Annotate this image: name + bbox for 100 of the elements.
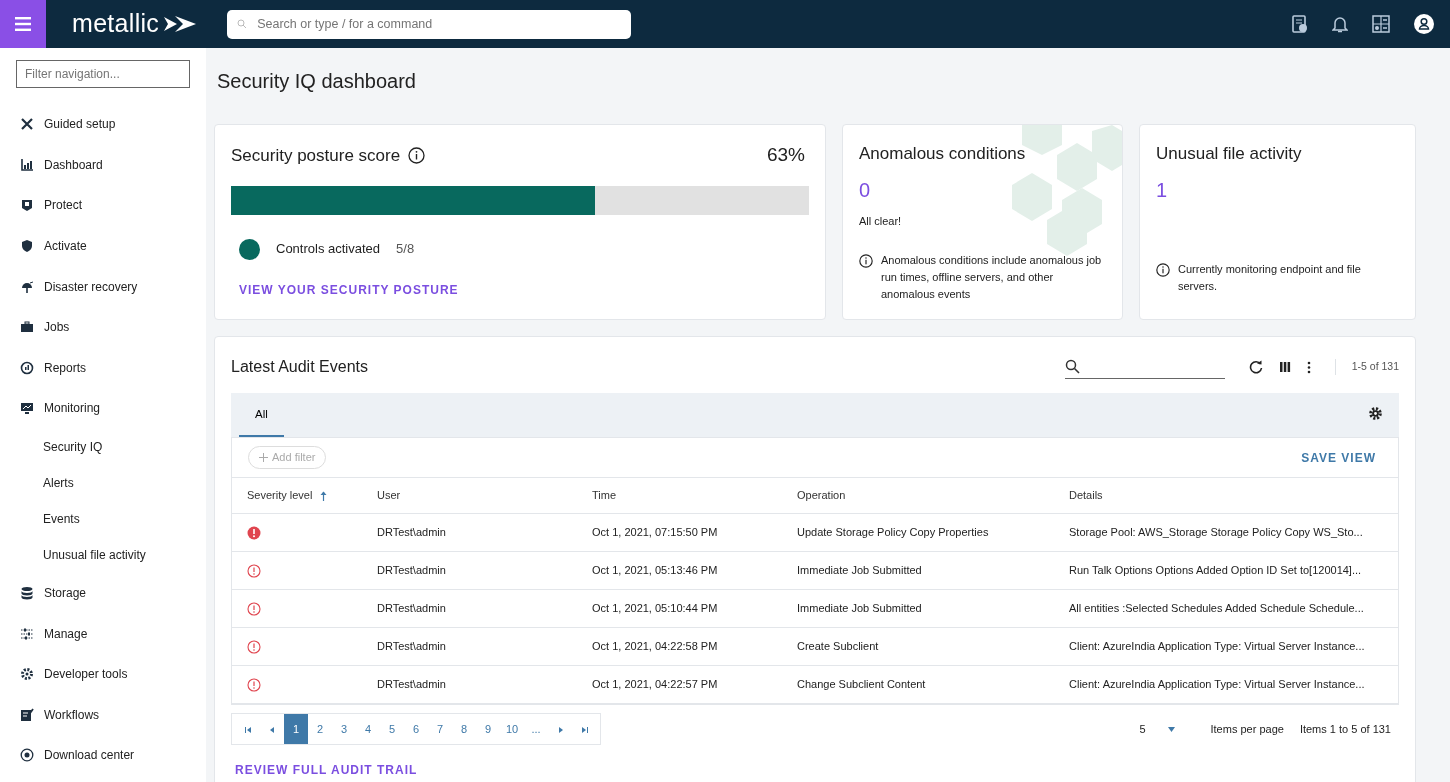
nav-item[interactable]: Protect (16, 185, 190, 226)
page-size-label: Items per page (1210, 721, 1284, 737)
nav-item[interactable]: Guided setup (16, 104, 190, 145)
notification-bell-icon[interactable] (1332, 15, 1348, 33)
table-cell: Run Talk Options Options Added Option ID Set to[120014]... (1069, 564, 1362, 577)
card-title: Anomalous conditions (859, 143, 1027, 165)
nav-subitem[interactable]: Unusual file activity (16, 536, 190, 573)
table-cell: DRTest\admin (377, 602, 446, 615)
search-icon (237, 19, 248, 29)
column-header[interactable]: Details (1069, 487, 1103, 504)
table-cell: DRTest\admin (377, 678, 446, 691)
nav-item[interactable]: Storage (16, 572, 190, 614)
info-icon[interactable] (408, 146, 426, 164)
gauge-icon (20, 360, 34, 375)
nav-item[interactable]: Dashboard (16, 144, 190, 186)
dashboard-grid-icon[interactable] (1372, 15, 1390, 33)
legend-dot (239, 238, 260, 260)
table-cell: Immediate Job Submitted (797, 564, 922, 577)
monitor-icon (20, 401, 34, 416)
card-title: Security posture score (231, 144, 401, 167)
table-cell: Oct 1, 2021, 05:13:46 PM (592, 564, 718, 577)
report-schedule-icon[interactable] (1292, 15, 1308, 33)
page-title: Security IQ dashboard (217, 69, 417, 94)
user-avatar-icon[interactable] (1414, 14, 1434, 34)
table-cell: Change Subclient Content (797, 678, 926, 691)
card-title: Unusual file activity (1156, 143, 1303, 165)
page-size-select[interactable]: 5 (1139, 720, 1195, 738)
column-header[interactable]: Operation (797, 487, 846, 504)
more-options-icon[interactable] (1306, 360, 1311, 374)
column-header[interactable]: Time (592, 487, 617, 504)
sliders-icon (20, 626, 34, 641)
nav-item[interactable]: Download center (16, 735, 190, 776)
settings-icon[interactable] (1368, 406, 1383, 421)
range-text: 1-5 of 131 (1334, 359, 1399, 375)
table-cell: DRTest\admin (377, 526, 446, 539)
document-edit-icon (20, 707, 34, 722)
table-cell: Create Subclient (797, 640, 879, 653)
tab[interactable]: All (239, 393, 284, 437)
security-posture-link[interactable]: VIEW YOUR SECURITY POSTURE (239, 283, 459, 297)
nav-item[interactable]: Reports (16, 347, 190, 389)
table-cell: Immediate Job Submitted (797, 602, 922, 615)
legend-label: Controls activated (276, 240, 381, 259)
table-cell: Client: AzureIndia Application Type: Virtual Server Instance... (1069, 678, 1365, 691)
table-cell: Oct 1, 2021, 07:15:50 PM (592, 526, 718, 539)
nav-subitem[interactable]: Alerts (16, 464, 190, 501)
anomaly-count: 0 (859, 177, 872, 203)
plus-icon (259, 453, 268, 462)
nav-item[interactable]: Disaster recovery (16, 266, 190, 307)
columns-icon[interactable] (1278, 361, 1291, 373)
table-cell: All entities :Selected Schedules Added Schedule Schedule... (1069, 602, 1364, 615)
table-cell: Oct 1, 2021, 04:22:57 PM (592, 678, 718, 691)
activity-count: 1 (1156, 177, 1169, 203)
nav-item[interactable]: Workflows (16, 694, 190, 736)
first-page-icon (244, 726, 252, 733)
next-page-icon (556, 726, 564, 733)
search-icon (1064, 358, 1081, 375)
logo-text: metallic (72, 8, 160, 40)
menu-icon (15, 17, 31, 31)
table-cell: Oct 1, 2021, 05:10:44 PM (592, 602, 718, 615)
gear-icon (20, 667, 34, 682)
info-note: Currently monitoring endpoint and file servers. (1178, 261, 1362, 294)
table-cell: Storage Pool: AWS_Storage Storage Policy Copy WS_Sto... (1069, 526, 1363, 539)
table-cell: DRTest\admin (377, 640, 446, 653)
nav-subitem[interactable]: Events (16, 500, 190, 537)
chart-icon (20, 157, 34, 172)
refresh-icon[interactable] (1248, 360, 1263, 374)
audit-trail-link[interactable]: REVIEW FULL AUDIT TRAIL (235, 763, 418, 777)
column-header[interactable]: User (377, 487, 401, 504)
table-cell: Update Storage Policy Copy Properties (797, 526, 989, 539)
previous-page-icon (268, 726, 276, 733)
table-cell: Oct 1, 2021, 04:22:58 PM (592, 640, 718, 653)
last-page-icon (580, 726, 588, 733)
briefcase-icon (20, 320, 34, 335)
nav-item[interactable]: Developer tools (16, 653, 190, 695)
badge-icon (20, 198, 34, 213)
nav-item[interactable]: Jobs (16, 306, 190, 348)
info-note: Anomalous conditions include anomalous job run times, offline servers, and other anomalous events (881, 252, 1103, 302)
nav-item[interactable]: Monitoring (16, 388, 190, 429)
save-view-button[interactable]: SAVE VIEW (1295, 447, 1382, 468)
score-value: 63% (766, 143, 805, 167)
table-cell: Client: AzureIndia Application Type: Virtual Server Instance... (1069, 640, 1365, 653)
nav-subitem[interactable]: Security IQ (16, 428, 190, 465)
database-icon (20, 586, 34, 601)
table-cell: DRTest\admin (377, 564, 446, 577)
column-header[interactable]: Severity level (247, 487, 313, 504)
card-title: Latest Audit Events (231, 357, 368, 377)
filter-field[interactable]: Filter navigation... (16, 60, 190, 88)
download-icon (20, 748, 34, 763)
nav-item[interactable]: Manage (16, 613, 190, 654)
nav-item[interactable]: Activate (16, 225, 190, 267)
menu-button[interactable] (0, 0, 46, 48)
items-info: Items 1 to 5 of 131 (1299, 721, 1391, 737)
shield-icon (20, 239, 34, 254)
search-field[interactable]: Search or type / for a command (227, 9, 632, 39)
legend-count: 5/8 (396, 240, 415, 259)
caret-icon (1167, 726, 1175, 732)
sort-arrow-icon[interactable] (320, 490, 328, 501)
status-text: All clear! (859, 213, 903, 229)
page-button[interactable]: 1 (284, 714, 308, 744)
info-icon (859, 253, 873, 268)
